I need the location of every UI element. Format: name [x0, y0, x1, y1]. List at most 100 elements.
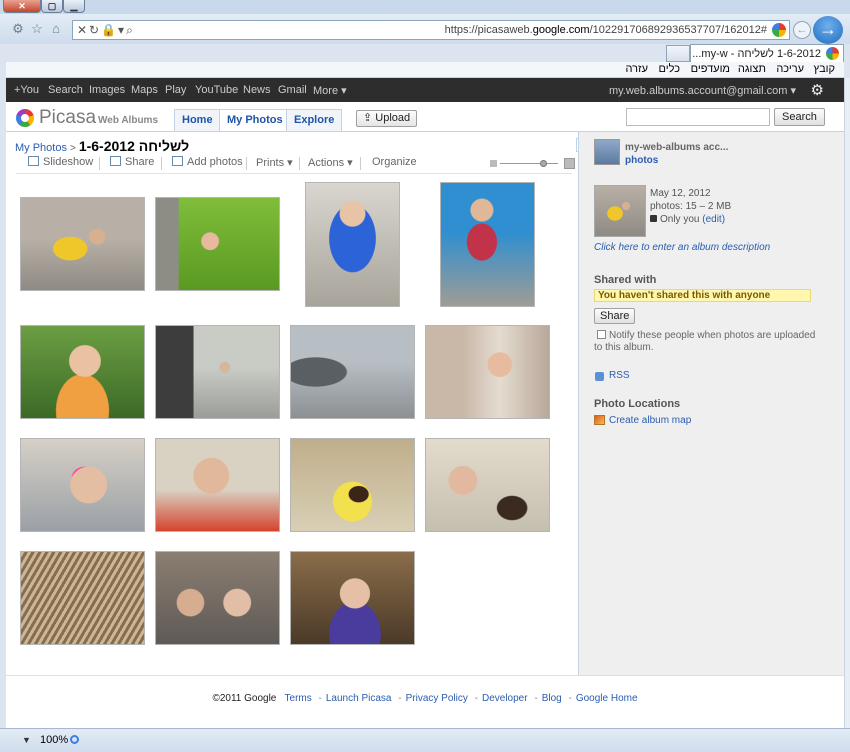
album-description-link[interactable]: Click here to enter an album description: [594, 242, 770, 253]
gbar-link-gmail[interactable]: Gmail: [278, 84, 307, 96]
organize-button[interactable]: Organize: [372, 156, 417, 168]
tab-explore[interactable]: Explore: [286, 109, 343, 132]
status-dropdown-icon[interactable]: ▼: [22, 735, 31, 745]
menu-view[interactable]: תצוגה: [738, 63, 766, 75]
minimize-window-button[interactable]: ▁: [63, 0, 85, 13]
rss-link[interactable]: RSS: [609, 370, 630, 381]
album-photo-count: photos: 15 – 2 MB: [650, 201, 732, 212]
menu-file[interactable]: קובץ: [814, 63, 835, 75]
toolbar-divider: [299, 157, 300, 170]
tab-favicon-icon: [826, 47, 839, 60]
account-menu[interactable]: my.web.albums.account@gmail.com ▾: [609, 84, 796, 97]
photo-thumbnail[interactable]: [290, 551, 415, 645]
picasa-logo-icon: [16, 109, 34, 127]
prints-menu[interactable]: Prints ▾: [256, 156, 293, 169]
address-bar[interactable]: ✕↻🔒▾⌕ https://picasaweb.google.com/10229…: [72, 20, 790, 40]
browser-status-bar: ▼ 100%: [0, 728, 850, 752]
footer-link-terms[interactable]: Terms: [285, 693, 312, 704]
owner-photos-link[interactable]: photos: [625, 155, 658, 166]
footer-link-blog[interactable]: Blog: [542, 693, 562, 704]
upload-icon: ⇪: [363, 112, 376, 124]
gbar-link-images[interactable]: Images: [89, 84, 125, 96]
photo-thumbnail[interactable]: [290, 438, 415, 532]
photo-thumbnail[interactable]: [20, 438, 145, 532]
menu-help[interactable]: עזרה: [626, 63, 648, 75]
photo-thumbnail[interactable]: [155, 197, 280, 291]
share-toolbar-button[interactable]: Share: [110, 156, 154, 168]
gear-icon[interactable]: ⚙: [11, 22, 25, 36]
edit-visibility-link[interactable]: (edit): [702, 214, 725, 225]
gbar-link-search[interactable]: Search: [48, 84, 83, 96]
photo-thumbnail[interactable]: [425, 325, 550, 419]
footer-link-google-home[interactable]: Google Home: [576, 693, 638, 704]
breadcrumb: My Photos > לשליחה 1-6-2012: [15, 138, 189, 154]
back-arrow-icon[interactable]: ←: [793, 21, 811, 39]
album-visibility: Only you (edit): [650, 214, 725, 225]
copyright: ©2011 Google: [212, 693, 277, 704]
not-shared-notice: You haven't shared this with anyone: [594, 289, 811, 302]
tab-title: 1-6-2012 לשליחה - my-w...: [692, 48, 821, 60]
create-album-map-link[interactable]: Create album map: [609, 415, 691, 426]
google-bar: +You Search Images Maps Play YouTube New…: [6, 78, 844, 102]
add-photos-button[interactable]: Add photos: [172, 156, 243, 168]
forward-arrow-icon[interactable]: →: [813, 16, 843, 44]
photo-thumbnail[interactable]: [440, 182, 535, 307]
gbar-link-youtube[interactable]: YouTube: [195, 84, 238, 96]
photo-thumbnail[interactable]: [20, 197, 145, 291]
footer-link-launch-picasa[interactable]: Launch Picasa: [326, 693, 392, 704]
photo-thumbnail[interactable]: [155, 325, 280, 419]
album-title: לשליחה 1-6-2012: [78, 138, 190, 154]
menu-favorites[interactable]: מועדפים: [691, 63, 730, 75]
gbar-link-play[interactable]: Play: [165, 84, 186, 96]
tab-strip: 1-6-2012 לשליחה - my-w...: [0, 44, 850, 62]
photo-thumbnail[interactable]: [425, 438, 550, 532]
avatar[interactable]: [594, 139, 620, 165]
toolbar-divider: [360, 157, 361, 170]
share-button[interactable]: Share: [594, 308, 636, 324]
actions-menu[interactable]: Actions ▾: [308, 156, 353, 169]
tab-home[interactable]: Home: [174, 109, 221, 132]
photo-thumbnail[interactable]: [20, 325, 145, 419]
album-main-column: My Photos > לשליחה 1-6-2012 Slideshow Shar…: [6, 132, 578, 675]
photo-thumbnail[interactable]: [305, 182, 400, 307]
photo-thumbnail[interactable]: [155, 438, 280, 532]
upload-button[interactable]: ⇪ Upload: [356, 110, 418, 127]
owner-name: my-web-albums acc...: [625, 142, 729, 153]
gbar-link-news[interactable]: News: [243, 84, 271, 96]
large-thumb-icon: [564, 158, 575, 169]
photo-thumbnail[interactable]: [290, 325, 415, 419]
tab-my-photos[interactable]: My Photos: [219, 109, 291, 132]
gbar-link-maps[interactable]: Maps: [131, 84, 158, 96]
close-window-button[interactable]: ✕: [3, 0, 41, 13]
address-controls-icons[interactable]: ✕↻🔒▾⌕: [77, 23, 135, 38]
shared-with-heading: Shared with: [594, 274, 657, 286]
add-photos-icon: [172, 156, 183, 166]
star-icon[interactable]: ☆: [30, 22, 44, 36]
search-input[interactable]: [626, 108, 770, 126]
maximize-window-button[interactable]: ▢: [41, 0, 63, 13]
vertical-scrollbar[interactable]: [844, 78, 850, 728]
photo-thumbnail[interactable]: [20, 551, 145, 645]
picasa-header: Picasa Web Albums Home My Photos Explore…: [6, 102, 844, 132]
gbar-link-plus-you[interactable]: +You: [14, 84, 39, 96]
envelope-icon: [110, 156, 121, 166]
gear-icon[interactable]: ⚙: [811, 81, 824, 99]
footer-link-privacy[interactable]: Privacy Policy: [406, 693, 468, 704]
photo-thumbnail[interactable]: [155, 551, 280, 645]
search-button[interactable]: Search: [774, 108, 825, 126]
menu-tools[interactable]: כלים: [659, 63, 680, 75]
address-url[interactable]: https://picasaweb.google.com/10229170689…: [445, 24, 767, 36]
slider-knob[interactable]: [540, 160, 547, 167]
slideshow-button[interactable]: Slideshow: [28, 156, 93, 168]
footer-link-developer[interactable]: Developer: [482, 693, 528, 704]
gbar-link-more[interactable]: More ▾: [313, 84, 347, 97]
new-tab-button[interactable]: [666, 45, 690, 62]
breadcrumb-my-photos-link[interactable]: My Photos: [15, 142, 67, 154]
slideshow-icon: [28, 156, 39, 166]
thumbnail-size-slider[interactable]: [490, 158, 575, 169]
active-tab[interactable]: 1-6-2012 לשליחה - my-w...: [690, 44, 844, 62]
menu-edit[interactable]: עריכה: [776, 63, 804, 75]
album-cover-thumbnail[interactable]: [594, 185, 646, 237]
home-icon[interactable]: ⌂: [49, 22, 63, 36]
zoom-level[interactable]: 100%: [40, 734, 80, 746]
